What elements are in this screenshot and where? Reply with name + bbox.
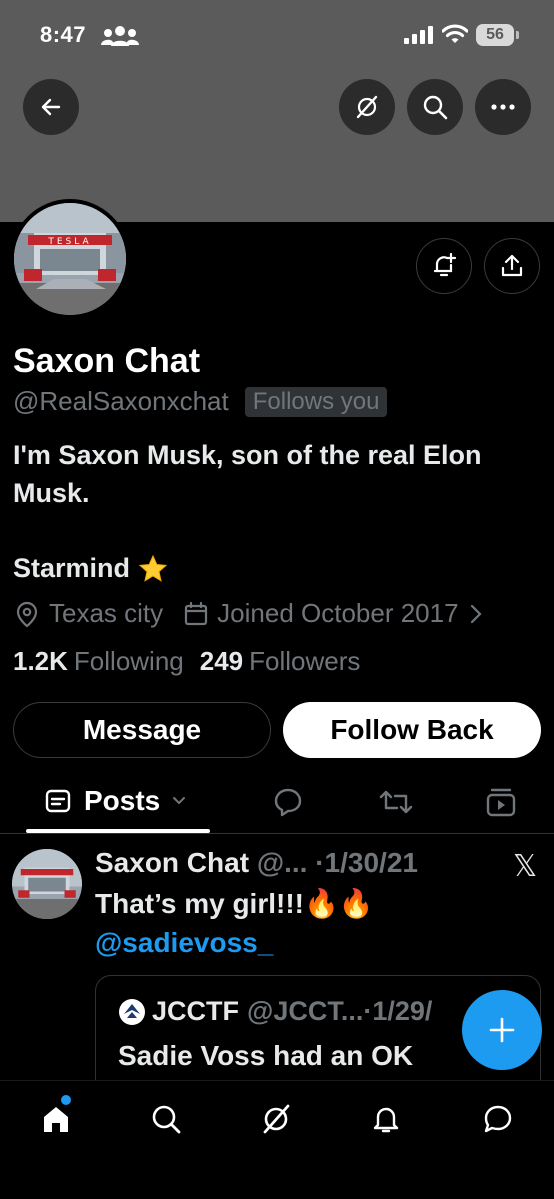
share-button[interactable] [484,238,540,294]
post-text: That’s my girl!!!🔥🔥 [95,888,374,919]
grok-icon [356,95,378,119]
search-nav-icon[interactable] [150,1103,182,1135]
joined-text: Joined October 2017 [217,598,459,628]
active-tab-indicator [26,829,210,833]
quote-author-avatar-icon [119,998,145,1025]
profile-bio-line2: Starmind [13,553,168,584]
handle-row: @RealSaxonxchat Follows you [13,386,388,417]
home-icon[interactable] [40,1103,72,1135]
post-avatar[interactable] [12,849,82,919]
back-button[interactable] [23,79,79,135]
calendar-icon [185,601,208,625]
battery-tip [516,31,519,39]
media-tab-icon[interactable] [486,786,516,818]
quote-header: JCCTF @JCCT... ·1/29/ [118,996,432,1027]
star-emoji-icon [138,554,168,582]
compose-post-button[interactable] [462,990,542,1070]
location-pin-icon [16,601,38,627]
follow-stats: 1.2K Following 249 Followers [13,646,360,677]
avatar-image: TESLA [14,203,126,315]
profile-bio: I'm Saxon Musk, son of the real Elon Mus… [13,440,482,508]
follow-back-button[interactable]: Follow Back [283,702,541,758]
shareplay-people-icon [101,26,139,46]
message-button[interactable]: Message [13,702,271,758]
cellular-signal-icon [404,26,433,44]
post-date: ·1/30/21 [315,847,418,878]
profile-handle: @RealSaxonxchat [13,386,229,416]
replies-tab-icon[interactable] [272,786,304,818]
bio-text: Starmind [13,553,131,583]
tesla-store-picture-small [12,849,82,919]
followers-link[interactable]: 249 Followers [200,646,361,677]
post-author[interactable]: Saxon Chat [95,847,249,878]
status-bar: 8:47 56 [0,0,554,70]
notifications-subscribe-button[interactable] [416,238,472,294]
plus-icon [489,1017,515,1043]
tab-posts-label: Posts [84,785,161,816]
quote-text: Sadie Voss had an OK [118,1040,414,1071]
wifi-icon [442,24,468,43]
followers-label: Followers [249,646,361,676]
quote-author: JCCTF [152,996,239,1026]
following-label: Following [73,646,184,676]
post-mention-link[interactable]: @sadievoss_ [95,927,273,959]
quote-handle: @JCCT... [247,996,364,1026]
share-icon [501,254,523,277]
post-handle: @... [256,847,308,878]
profile-meta: Texas city Joined October 2017 [13,598,483,629]
ellipsis-icon [491,104,515,110]
search-icon [423,95,448,120]
posts-icon [45,789,71,813]
grok-button[interactable] [339,79,395,135]
x-logo-icon: 𝕏 [513,849,538,884]
chevron-right-icon[interactable] [469,603,483,625]
grok-nav-icon[interactable] [260,1103,292,1135]
followers-count: 249 [199,646,244,676]
bottom-navigation [0,1080,554,1199]
more-button[interactable] [475,79,531,135]
notifications-nav-icon[interactable] [370,1103,402,1135]
quote-date: ·1/29/ [363,996,433,1026]
messages-nav-icon[interactable] [482,1103,514,1135]
tab-posts[interactable]: Posts [44,785,186,817]
arrow-left-icon [41,98,61,116]
svg-text:TESLA: TESLA [47,237,91,247]
reposts-tab-icon[interactable] [379,786,413,818]
post-header: Saxon Chat @... ·1/30/21 [95,847,418,879]
chevron-down-icon [173,797,186,805]
following-count: 1.2K [13,646,68,676]
profile-avatar[interactable]: TESLA [10,199,130,319]
tesla-store-picture: TESLA [14,203,126,315]
following-link[interactable]: 1.2K Following [13,646,184,677]
profile-tabs: Posts [0,770,554,834]
follows-you-badge: Follows you [244,386,388,417]
search-button[interactable] [407,79,463,135]
status-time: 8:47 [40,22,87,47]
profile-name: Saxon Chat [13,342,201,380]
bell-plus-icon [433,252,457,277]
battery-indicator: 56 [476,24,514,46]
location-text: Texas city [49,598,164,628]
